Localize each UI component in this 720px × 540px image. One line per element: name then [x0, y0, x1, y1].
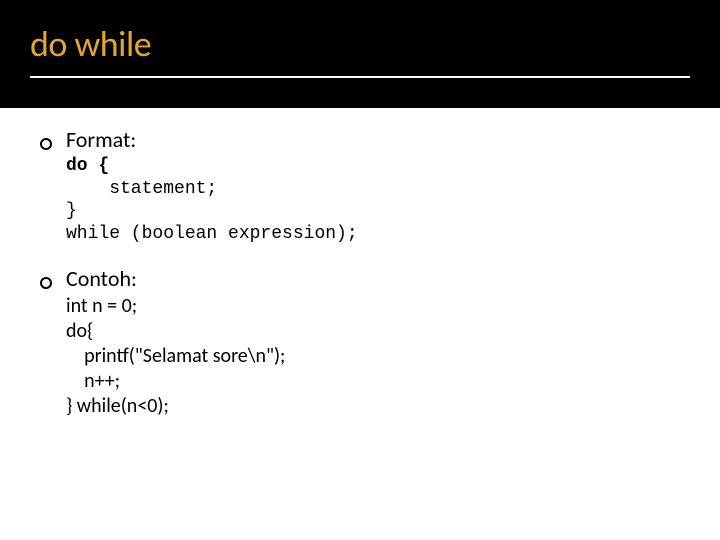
format-code-line4: while (boolean expression);	[66, 224, 358, 244]
bullet-format: Format:	[40, 126, 680, 153]
title-underline	[30, 76, 690, 78]
bullet-contoh: Contoh:	[40, 265, 680, 292]
bullet-label-format: Format:	[66, 126, 136, 153]
contoh-code-line2: do{	[66, 319, 93, 343]
slide-title: do while	[30, 22, 690, 66]
bullet-icon	[40, 135, 66, 153]
slide-header: do while	[0, 0, 720, 108]
contoh-code-line3: printf("Selamat sore\n");	[66, 344, 285, 368]
contoh-code: int n = 0; do{ printf("Selamat sore\n");…	[66, 294, 680, 419]
format-code-line1: do {	[66, 156, 109, 176]
format-code-line2: statement;	[66, 179, 217, 199]
format-code: do { statement; } while (boolean express…	[66, 155, 680, 245]
bullet-label-contoh: Contoh:	[66, 265, 137, 292]
contoh-code-line5: } while(n<0);	[66, 394, 169, 418]
contoh-code-line4: n++;	[66, 369, 120, 393]
slide-content: Format: do { statement; } while (boolean…	[0, 108, 720, 419]
contoh-code-line1: int n = 0;	[66, 294, 137, 318]
bullet-icon	[40, 274, 66, 292]
format-code-line3: }	[66, 201, 77, 221]
